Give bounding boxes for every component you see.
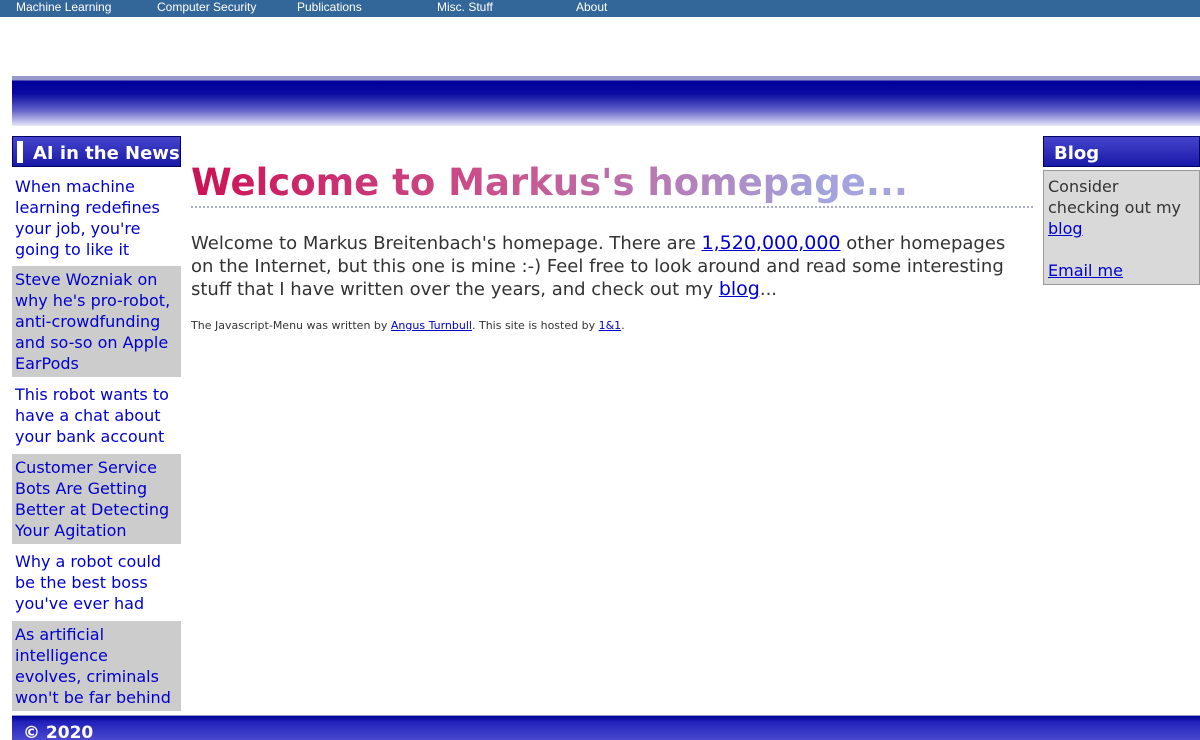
news-item: As artificial intelligence evolves, crim… <box>12 621 181 711</box>
credits-note: The Javascript-Menu was written by Angus… <box>191 319 1033 333</box>
intro-text: ... <box>759 279 778 300</box>
news-link[interactable]: When machine learning redefines your job… <box>15 177 160 259</box>
title-divider <box>191 206 1033 208</box>
blog-box-text: Consider checking out my <box>1048 177 1182 217</box>
blog-box-title: Blog <box>1043 136 1200 167</box>
ai-news-title-text: AI in the News <box>33 143 180 164</box>
nav-machine-learning[interactable]: Machine Learning <box>16 0 111 17</box>
top-nav-bar: Machine Learning Computer Security Publi… <box>0 0 1200 17</box>
homepages-count-link[interactable]: 1,520,000,000 <box>702 232 841 254</box>
news-item: This robot wants to have a chat about yo… <box>12 383 181 451</box>
main-content: Welcome to Markus's homepage... Welcome … <box>191 160 1033 333</box>
title-marker <box>17 141 23 163</box>
news-link[interactable]: Customer Service Bots Are Getting Better… <box>15 458 169 540</box>
news-item: Why a robot could be the best boss you'v… <box>12 550 181 618</box>
nav-publications[interactable]: Publications <box>297 0 362 17</box>
news-link[interactable]: This robot wants to have a chat about yo… <box>15 385 169 446</box>
news-link[interactable]: Steve Wozniak on why he's pro-robot, ant… <box>15 270 170 373</box>
nav-computer-security[interactable]: Computer Security <box>157 0 256 17</box>
nav-misc-stuff[interactable]: Misc. Stuff <box>437 0 493 17</box>
nav-about[interactable]: About <box>576 0 607 17</box>
news-link[interactable]: As artificial intelligence evolves, crim… <box>15 625 171 707</box>
page-title: Welcome to Markus's homepage... <box>191 160 1033 206</box>
credits-text: . <box>621 319 625 332</box>
news-item: When machine learning redefines your job… <box>12 175 181 263</box>
header-banner <box>12 76 1200 126</box>
copyright-text: © 2020 <box>23 723 94 740</box>
credits-text: The Javascript-Menu was written by <box>191 319 391 332</box>
news-item: Steve Wozniak on why he's pro-robot, ant… <box>12 266 181 377</box>
blog-box: Consider checking out my blog Email me <box>1043 170 1200 285</box>
intro-paragraph: Welcome to Markus Breitenbach's homepage… <box>191 232 1033 301</box>
blog-link[interactable]: blog <box>719 278 760 300</box>
ai-news-title: AI in the News <box>12 136 181 167</box>
menu-author-link[interactable]: Angus Turnbull <box>391 319 472 332</box>
blog-box-link[interactable]: blog <box>1048 219 1083 238</box>
intro-text: Welcome to Markus Breitenbach's homepage… <box>191 233 702 254</box>
credits-text: . This site is hosted by <box>471 319 599 332</box>
news-link[interactable]: Why a robot could be the best boss you'v… <box>15 552 161 613</box>
footer-bar: © 2020 <box>12 715 1200 740</box>
news-item: Customer Service Bots Are Getting Better… <box>12 454 181 544</box>
email-link[interactable]: Email me <box>1048 260 1123 281</box>
host-link[interactable]: 1&1 <box>599 319 622 332</box>
